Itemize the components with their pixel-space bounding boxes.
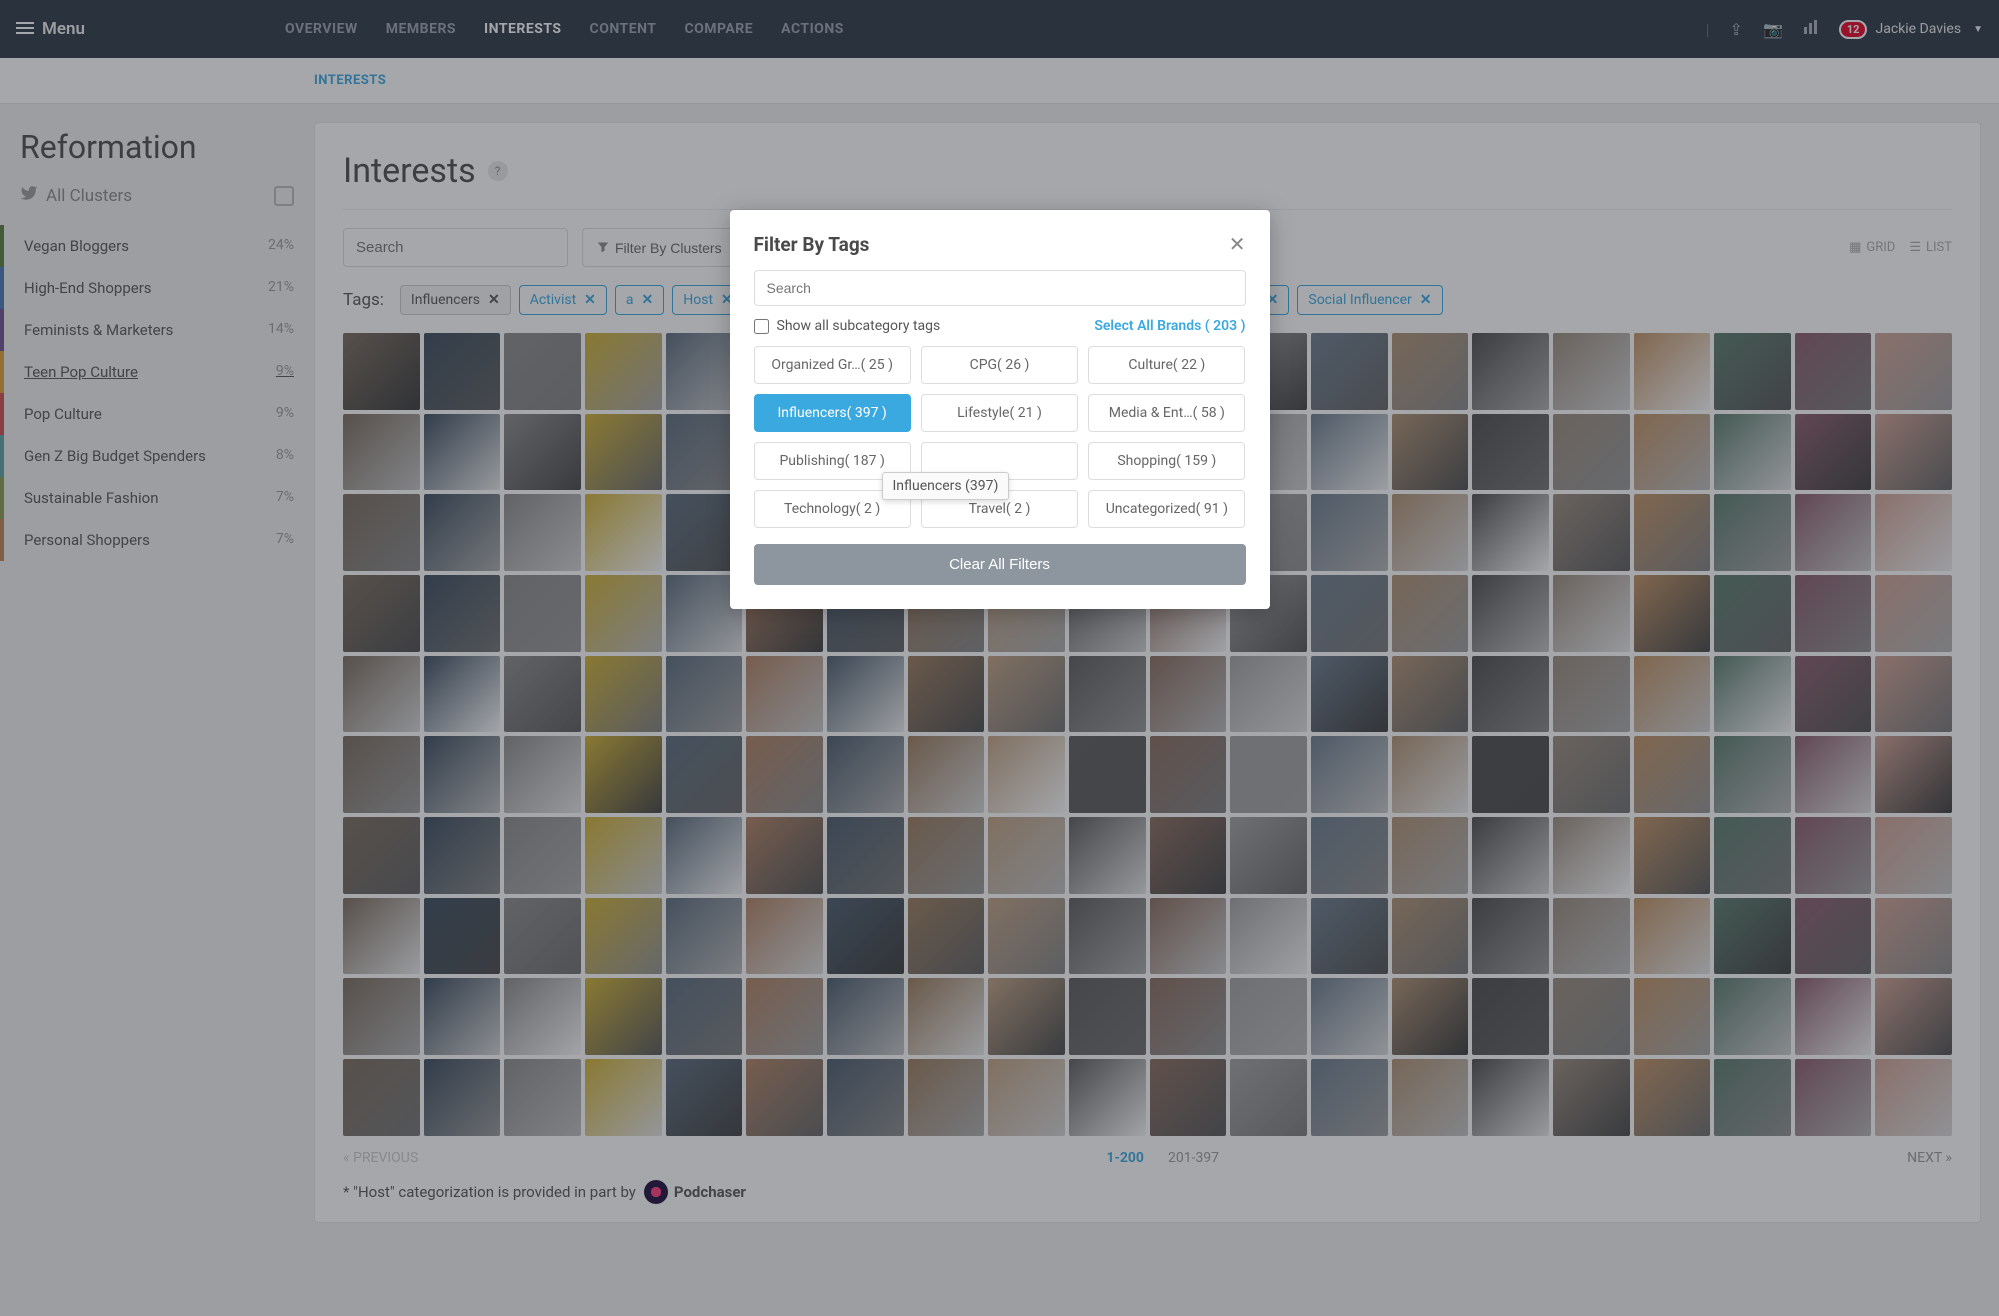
modal-tag-option[interactable]: Culture( 22 ) <box>1088 346 1245 384</box>
filter-tags-modal: Filter By Tags ✕ Show all subcategory ta… <box>730 210 1270 609</box>
modal-tag-option[interactable]: Media & Ent…( 58 ) <box>1088 394 1245 432</box>
modal-tag-option[interactable]: Lifestyle( 21 ) <box>921 394 1078 432</box>
subcategory-checkbox-input[interactable] <box>754 319 769 334</box>
modal-tag-option[interactable]: Influencers( 397 ) <box>754 394 911 432</box>
clear-all-filters-button[interactable]: Clear All Filters <box>754 544 1246 585</box>
close-icon[interactable]: ✕ <box>1229 232 1246 256</box>
select-all-brands-link[interactable]: Select All Brands ( 203 ) <box>1094 318 1245 334</box>
modal-tag-option[interactable]: Shopping( 159 ) <box>1088 442 1245 480</box>
modal-overlay[interactable] <box>0 0 1999 1316</box>
tag-tooltip: Influencers (397) <box>882 472 1010 500</box>
show-subcategory-checkbox[interactable]: Show all subcategory tags <box>754 318 941 334</box>
modal-tag-option[interactable]: Organized Gr…( 25 ) <box>754 346 911 384</box>
modal-search-input[interactable] <box>754 270 1246 306</box>
modal-tag-grid: Organized Gr…( 25 ) CPG( 26 ) Culture( 22 … <box>754 346 1246 528</box>
modal-tag-option[interactable]: Uncategorized( 91 ) <box>1088 490 1245 528</box>
modal-title: Filter By Tags <box>754 233 870 256</box>
modal-tag-option[interactable]: CPG( 26 ) <box>921 346 1078 384</box>
